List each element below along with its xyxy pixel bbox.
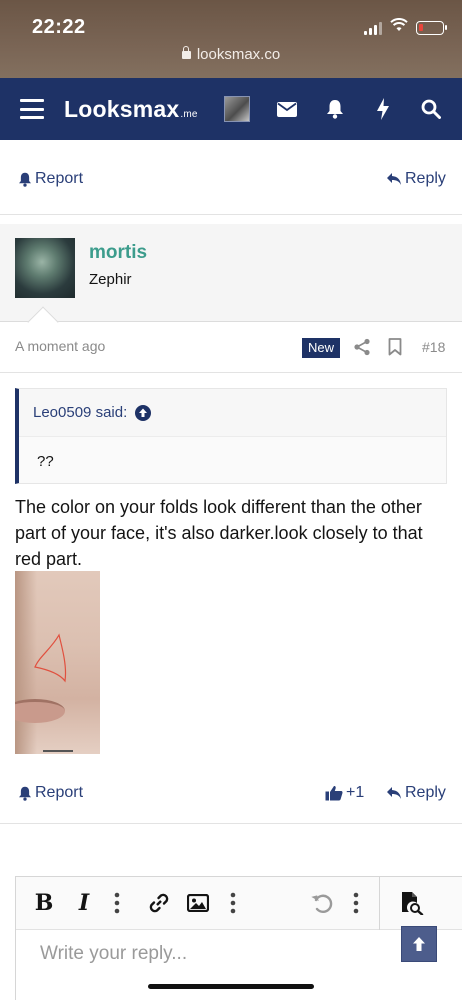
report-button[interactable]: Report: [18, 784, 83, 802]
bolt-icon[interactable]: [372, 98, 394, 120]
reply-button[interactable]: Reply: [386, 784, 446, 802]
quote-header: Leo0509 said:: [19, 389, 446, 437]
undo-icon[interactable]: [310, 891, 334, 915]
divider: [0, 823, 462, 824]
status-bar: 22:22 looksmax.co: [0, 0, 462, 78]
envelope-icon[interactable]: [276, 98, 298, 120]
more-icon[interactable]: [112, 891, 122, 915]
top-nav: Looksmax.me: [0, 78, 462, 140]
divider: [0, 372, 462, 373]
like-count: +1: [346, 784, 365, 801]
post-number[interactable]: #18: [422, 339, 445, 355]
status-icons: [364, 18, 447, 37]
status-time: 22:22: [32, 16, 86, 38]
thumbs-up-icon: [325, 786, 343, 801]
logo-suffix: .me: [180, 108, 198, 120]
quote-text: ??: [37, 453, 54, 470]
report-button[interactable]: Report: [18, 170, 83, 188]
search-icon[interactable]: [420, 98, 442, 120]
bold-icon[interactable]: B: [34, 890, 54, 916]
battery-icon: [416, 20, 447, 35]
username[interactable]: mortis: [89, 242, 147, 264]
previous-post-actions: Report Reply: [0, 166, 462, 196]
reply-button[interactable]: Reply: [386, 170, 446, 188]
reply-label: Reply: [405, 784, 446, 801]
report-label: Report: [35, 170, 84, 187]
arrow-up-icon: [413, 937, 425, 951]
quote-block: Leo0509 said: ??: [15, 388, 447, 484]
bell-icon: [19, 786, 31, 801]
lock-icon: [181, 46, 191, 59]
post-timestamp[interactable]: A moment ago: [15, 338, 105, 354]
avatar[interactable]: [15, 238, 75, 298]
post-actions: Report +1 Reply: [0, 780, 462, 810]
url-text: looksmax.co: [196, 46, 281, 63]
bell-icon: [19, 172, 31, 187]
url-bar[interactable]: looksmax.co: [0, 46, 462, 63]
toolbar-separator: [379, 877, 380, 930]
attached-photo[interactable]: [15, 571, 100, 754]
more-icon[interactable]: [228, 891, 238, 915]
site-logo[interactable]: Looksmax.me: [64, 96, 198, 123]
reply-editor: B I Write your reply...: [15, 876, 462, 1000]
link-icon[interactable]: [147, 891, 171, 915]
reply-input[interactable]: Write your reply...: [40, 943, 187, 965]
nav-actions: [224, 78, 442, 140]
divider: [0, 214, 462, 215]
bookmark-icon[interactable]: [388, 338, 404, 356]
wifi-icon: [390, 18, 408, 37]
preview-icon[interactable]: [399, 891, 425, 915]
post-body: The color on your folds look different t…: [15, 497, 423, 569]
bell-icon[interactable]: [324, 98, 346, 120]
share-icon[interactable]: [353, 338, 371, 356]
reply-label: Reply: [405, 170, 446, 187]
scroll-to-top-button[interactable]: [401, 926, 437, 962]
reply-icon: [387, 787, 401, 799]
user-title: Zephir: [89, 271, 132, 288]
editor-toolbar: B I: [16, 877, 462, 930]
italic-icon[interactable]: I: [74, 890, 94, 916]
logo-text: Looksmax: [64, 95, 180, 122]
like-button[interactable]: +1: [325, 784, 364, 802]
arrow-up-circle-icon: [135, 404, 152, 421]
reply-icon: [387, 173, 401, 185]
image-indicator-bar: [43, 750, 73, 752]
red-outline-annotation: [34, 633, 67, 683]
report-label: Report: [35, 784, 84, 801]
signal-icon: [364, 21, 382, 35]
menu-icon[interactable]: [20, 99, 44, 119]
more-icon[interactable]: [351, 891, 361, 915]
quote-author-link[interactable]: Leo0509 said:: [33, 404, 152, 421]
post-user-block: mortis Zephir: [0, 224, 462, 322]
avatar[interactable]: [224, 96, 250, 122]
home-indicator[interactable]: [148, 984, 314, 989]
new-badge: New: [302, 338, 341, 358]
quote-author: Leo0509 said:: [33, 404, 128, 421]
image-icon[interactable]: [186, 891, 210, 915]
